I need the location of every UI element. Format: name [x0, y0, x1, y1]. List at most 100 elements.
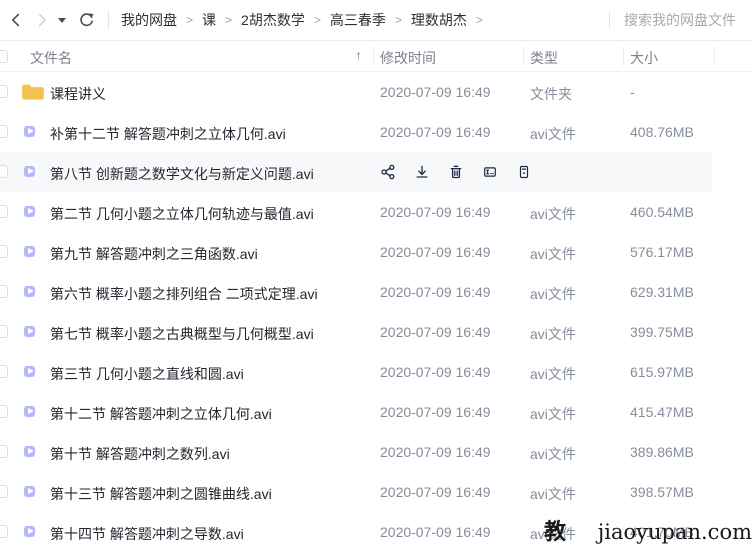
history-dropdown-icon[interactable] — [56, 10, 68, 30]
table-header: 文件名 ↑ 修改时间 类型 大小 — [0, 41, 752, 72]
file-modified: 2020-07-09 16:49 — [380, 404, 491, 420]
file-modified: 2020-07-09 16:49 — [380, 244, 491, 260]
file-modified: 2020-07-09 16:49 — [380, 524, 491, 540]
breadcrumb-separator: > — [225, 13, 232, 27]
select-all-checkbox[interactable] — [0, 50, 8, 63]
file-name[interactable]: 第十四节 解答题冲刺之导数.avi — [50, 524, 244, 544]
file-size: 399.75MB — [630, 324, 694, 340]
file-size: 398.57MB — [630, 484, 694, 500]
breadcrumb-separator: > — [186, 13, 193, 27]
file-modified: 2020-07-09 16:49 — [380, 284, 491, 300]
search-input[interactable]: 搜索我的网盘文件 — [610, 10, 752, 30]
breadcrumb-item[interactable]: 理数胡杰 — [411, 10, 467, 30]
toolbar-divider — [108, 11, 109, 29]
file-name[interactable]: 第十节 解答题冲刺之数列.avi — [50, 444, 230, 464]
file-name[interactable]: 第八节 创新题之数学文化与新定义问题.avi — [50, 164, 314, 184]
row-checkbox[interactable] — [0, 525, 8, 538]
row-checkbox[interactable] — [0, 165, 8, 178]
file-name[interactable]: 补第十二节 解答题冲刺之立体几何.avi — [50, 124, 286, 144]
breadcrumb: 我的网盘 > 课 >2胡杰数学 > 高三春季 > 理数胡杰 > — [121, 10, 492, 30]
file-type: avi文件 — [530, 284, 576, 304]
file-modified: 2020-07-09 16:49 — [380, 484, 491, 500]
row-checkbox[interactable] — [0, 445, 8, 458]
file-name[interactable]: 第十二节 解答题冲刺之立体几何.avi — [50, 404, 272, 424]
file-size: 460.54MB — [630, 204, 694, 220]
file-type: 文件夹 — [530, 84, 572, 104]
row-hover-actions — [380, 152, 550, 192]
forward-icon[interactable] — [32, 10, 52, 30]
file-size: 615.97MB — [630, 364, 694, 380]
file-size: - — [630, 84, 635, 100]
sort-ascending-icon[interactable]: ↑ — [355, 47, 362, 63]
folder-icon — [21, 82, 45, 107]
file-name[interactable]: 第三节 几何小题之直线和圆.avi — [50, 364, 244, 384]
file-size: 415.47MB — [630, 404, 694, 420]
row-checkbox[interactable] — [0, 325, 8, 338]
table-row[interactable]: 第七节 概率小题之古典概型与几何概型.avi 2020-07-09 16:49 av… — [0, 312, 712, 352]
file-name[interactable]: 第十三节 解答题冲刺之圆锥曲线.avi — [50, 484, 272, 504]
column-header-modified[interactable]: 修改时间 — [380, 48, 436, 68]
file-modified: 2020-07-09 16:49 — [380, 204, 491, 220]
file-name[interactable]: 第九节 解答题冲刺之三角函数.avi — [50, 244, 258, 264]
row-checkbox[interactable] — [0, 405, 8, 418]
column-header-size[interactable]: 大小 — [630, 48, 658, 68]
table-row[interactable]: 课程讲义2020-07-09 16:49文件夹- — [0, 72, 712, 112]
back-icon[interactable] — [6, 10, 26, 30]
rename-icon[interactable] — [482, 164, 498, 180]
file-name[interactable]: 第七节 概率小题之古典概型与几何概型.avi — [50, 324, 314, 344]
row-checkbox[interactable] — [0, 285, 8, 298]
table-row[interactable]: 第十三节 解答题冲刺之圆锥曲线.avi 2020-07-09 16:49 avi文件… — [0, 472, 712, 512]
file-size: 389.86MB — [630, 444, 694, 460]
table-row[interactable]: 第六节 概率小题之排列组合 二项式定理.avi 2020-07-09 16:49 a… — [0, 272, 712, 312]
share-icon[interactable] — [380, 164, 396, 180]
file-type: avi文件 — [530, 124, 576, 144]
file-type: avi文件 — [530, 244, 576, 264]
file-type: avi文件 — [530, 484, 576, 504]
watermark: 教育盘 jiaoyupan.com — [544, 514, 752, 548]
row-checkbox[interactable] — [0, 125, 8, 138]
file-type: avi文件 — [530, 324, 576, 344]
breadcrumb-item[interactable]: 高三春季 — [330, 10, 386, 30]
copy-icon[interactable] — [516, 164, 532, 180]
table-row[interactable]: 第二节 几何小题之立体几何轨迹与最值.avi2020-07-09 16:49av… — [0, 192, 712, 232]
download-icon[interactable] — [414, 164, 430, 180]
column-header-filename[interactable]: 文件名 — [30, 48, 72, 68]
table-row[interactable]: 第三节 几何小题之直线和圆.avi 2020-07-09 16:49 avi文件 61… — [0, 352, 712, 392]
file-name[interactable]: 第六节 概率小题之排列组合 二项式定理.avi — [50, 284, 318, 304]
breadcrumb-separator: > — [395, 13, 402, 27]
table-row[interactable]: 第十节 解答题冲刺之数列.avi 2020-07-09 16:49 avi文件 389… — [0, 432, 712, 472]
watermark-domain: jiaoyupan.com — [598, 520, 752, 544]
file-type: avi文件 — [530, 444, 576, 464]
file-size: 576.17MB — [630, 244, 694, 260]
row-checkbox[interactable] — [0, 365, 8, 378]
table-row[interactable]: 第十二节 解答题冲刺之立体几何.avi 2020-07-09 16:49 avi文件… — [0, 392, 712, 432]
table-row[interactable]: 第九节 解答题冲刺之三角函数.avi 2020-07-09 16:49 avi文件 5… — [0, 232, 712, 272]
row-checkbox[interactable] — [0, 485, 8, 498]
file-list: 课程讲义 2020-07-09 16:49 文件夹 - 补第十二节 解答题冲刺之立体几何… — [0, 72, 752, 548]
refresh-icon[interactable] — [76, 10, 96, 30]
breadcrumb-separator: > — [476, 13, 483, 27]
column-header-type[interactable]: 类型 — [530, 48, 558, 68]
file-name[interactable]: 课程讲义 — [50, 84, 106, 104]
row-checkbox[interactable] — [0, 205, 8, 218]
file-name[interactable]: 第二节 几何小题之立体几何轨迹与最值.avi — [50, 204, 314, 224]
breadcrumb-separator: > — [314, 13, 321, 27]
table-row[interactable]: 补第十二节 解答题冲刺之立体几何.avi 2020-07-09 16:49 avi文… — [0, 112, 712, 152]
breadcrumb-item[interactable]: 课 — [202, 10, 216, 30]
table-row[interactable]: 第八节 创新题之数学文化与新定义问题.avi — [0, 152, 712, 192]
delete-icon[interactable] — [448, 164, 464, 180]
breadcrumb-item[interactable]: 我的网盘 — [121, 10, 177, 30]
file-type: avi文件 — [530, 404, 576, 424]
row-checkbox[interactable] — [0, 245, 8, 258]
netdisk-window: 我的网盘 > 课 >2胡杰数学 > 高三春季 > 理数胡杰 > 搜索我的网盘文件 文件名 ↑ 修… — [0, 0, 752, 548]
toolbar: 我的网盘 > 课 >2胡杰数学 > 高三春季 > 理数胡杰 > 搜索我的网盘文件 — [0, 0, 752, 41]
breadcrumb-item[interactable]: 2胡杰数学 — [241, 10, 305, 30]
file-modified: 2020-07-09 16:49 — [380, 124, 491, 140]
row-checkbox[interactable] — [0, 85, 8, 98]
watermark-brand: 教育盘 — [544, 514, 589, 548]
file-type: avi文件 — [530, 364, 576, 384]
file-modified: 2020-07-09 16:49 — [380, 324, 491, 340]
file-modified: 2020-07-09 16:49 — [380, 364, 491, 380]
file-modified: 2020-07-09 16:49 — [380, 444, 491, 460]
file-size: 629.31MB — [630, 284, 694, 300]
